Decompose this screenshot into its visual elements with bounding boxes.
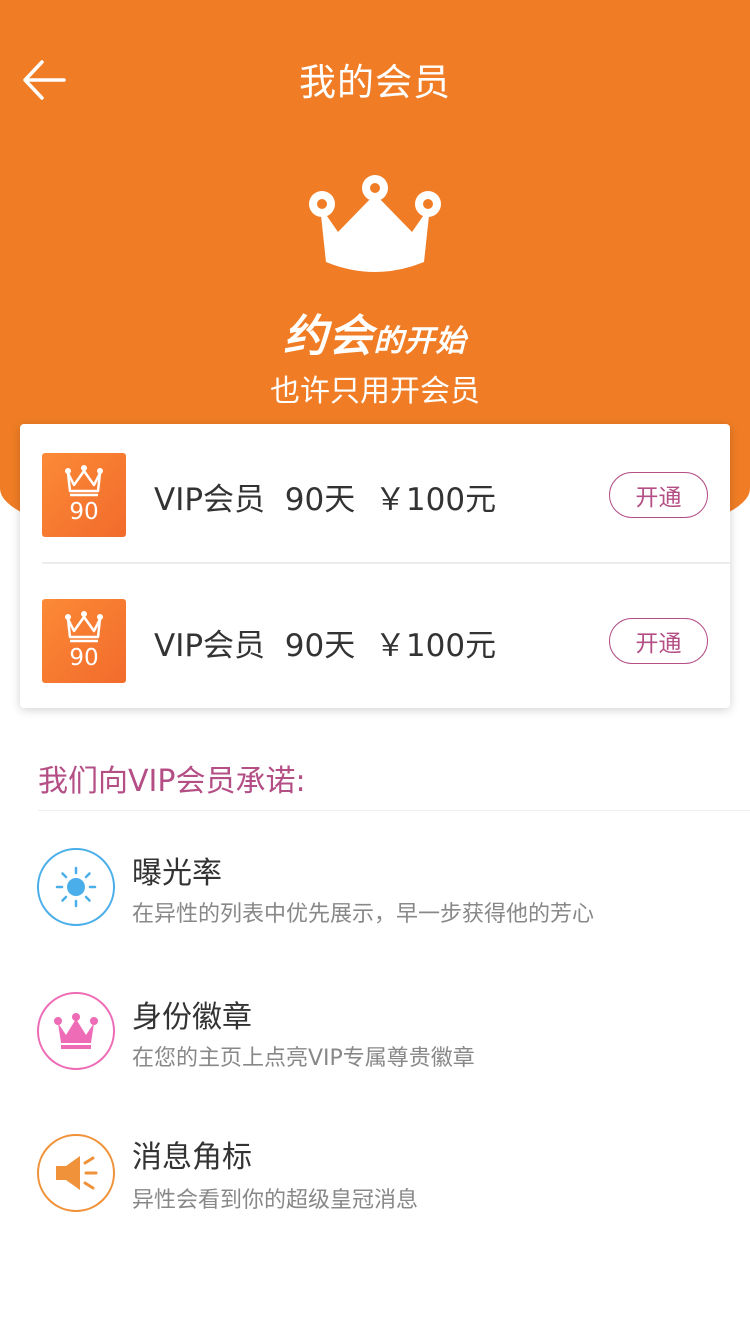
small-crown-icon: [65, 465, 103, 497]
feature-title: 曝光率: [132, 856, 222, 891]
plan-divider: [42, 562, 730, 564]
plan-row: 90 VIP会员 90天 ￥100元 开通: [20, 424, 730, 564]
crown-logo-icon: [309, 175, 441, 272]
promise-divider: [38, 810, 750, 811]
crown-icon: [54, 1013, 98, 1049]
slogan-subtitle: 也许只用开会员: [270, 374, 480, 409]
feature-item-message: 消息角标 异性会看到你的超级皇冠消息: [0, 1126, 750, 1246]
plan-description: VIP会员 90天 ￥100元: [154, 482, 497, 518]
feature-description: 在异性的列表中优先展示，早一步获得他的芳心: [132, 902, 595, 927]
feature-title: 消息角标: [132, 1140, 252, 1175]
feature-icon-wrapper: [37, 848, 115, 926]
feature-description: 在您的主页上点亮VIP专属尊贵徽章: [132, 1046, 475, 1071]
open-vip-button[interactable]: 开通: [609, 472, 708, 518]
feature-icon-wrapper: [37, 1134, 115, 1212]
feature-title: 身份徽章: [132, 1000, 252, 1035]
sun-icon: [55, 866, 97, 908]
slogan-main-big: 约会: [283, 311, 374, 362]
feature-item-badge: 身份徽章 在您的主页上点亮VIP专属尊贵徽章: [0, 984, 750, 1104]
feature-description: 异性会看到你的超级皇冠消息: [132, 1188, 419, 1213]
feature-icon-wrapper: [37, 992, 115, 1070]
feature-item-exposure: 曝光率 在异性的列表中优先展示，早一步获得他的芳心: [0, 840, 750, 960]
page-title: 我的会员: [299, 61, 451, 104]
small-crown-icon: [65, 611, 103, 643]
promise-title: 我们向VIP会员承诺:: [38, 764, 306, 799]
megaphone-icon: [56, 1156, 98, 1190]
open-vip-button[interactable]: 开通: [609, 618, 708, 664]
plan-row: 90 VIP会员 90天 ￥100元 开通: [20, 570, 730, 710]
plan-badge: 90: [42, 599, 126, 683]
slogan-main: 约会的开始: [0, 300, 750, 364]
plan-badge-days: 90: [69, 645, 99, 671]
plan-badge: 90: [42, 453, 126, 537]
slogan-main-small: 的开始: [373, 324, 467, 359]
plan-badge-days: 90: [69, 499, 99, 525]
plans-card: 90 VIP会员 90天 ￥100元 开通 90 VIP会员 90天 ￥100元…: [20, 424, 730, 708]
plan-description: VIP会员 90天 ￥100元: [154, 628, 497, 664]
